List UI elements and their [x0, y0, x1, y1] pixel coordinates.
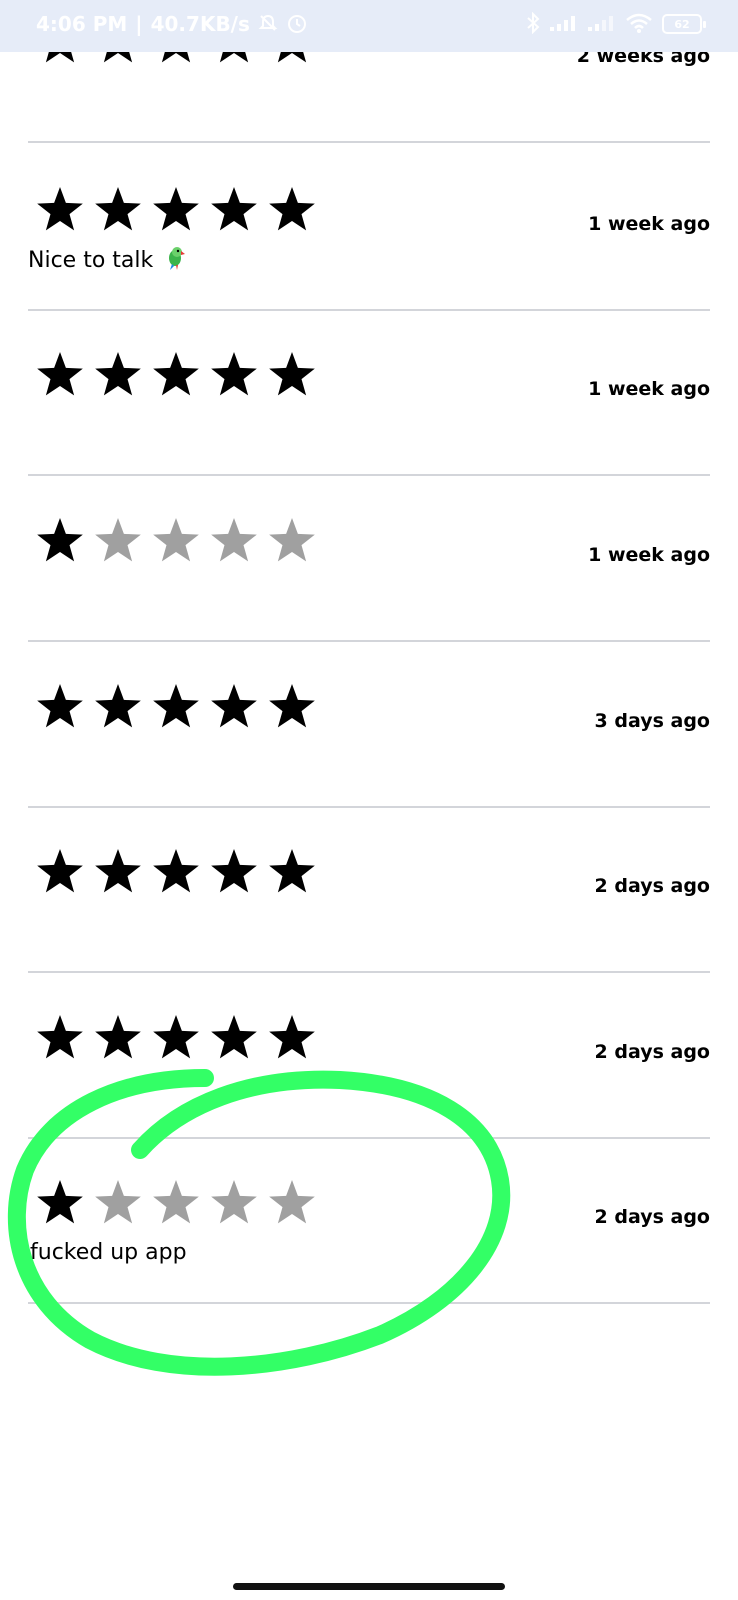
review-time: 2 days ago: [594, 875, 710, 897]
status-left: 4:06 PM | 40.7KB/s: [36, 12, 308, 37]
network-speed: 40.7KB/s: [150, 12, 250, 36]
star-filled-icon: [37, 1015, 83, 1059]
alarm-icon: [286, 12, 308, 37]
review-time: 1 week ago: [588, 544, 710, 566]
parrot-icon: [164, 245, 186, 277]
star-rating: [34, 1178, 324, 1228]
star-filled-icon: [37, 352, 83, 396]
review-time: 3 days ago: [594, 710, 710, 732]
review-time: 2 days ago: [594, 1041, 710, 1063]
status-right: 62: [526, 11, 706, 37]
star-rating: [34, 350, 324, 400]
status-separator: |: [135, 12, 143, 36]
star-filled-icon: [211, 1015, 257, 1059]
review-time: 1 week ago: [588, 213, 710, 235]
status-bar: 4:06 PM | 40.7KB/s 62: [0, 0, 738, 52]
star-empty-icon: [95, 1180, 141, 1224]
battery-icon: 62: [662, 14, 706, 34]
star-filled-icon: [37, 849, 83, 893]
star-filled-icon: [95, 1015, 141, 1059]
star-filled-icon: [37, 518, 83, 562]
review-comment-text: Nice to talk: [28, 248, 154, 273]
star-filled-icon: [211, 187, 257, 231]
review-item: 1 week ago Nice to talk: [28, 143, 710, 311]
star-filled-icon: [269, 1015, 315, 1059]
wifi-icon: [624, 12, 654, 37]
star-filled-icon: [95, 849, 141, 893]
star-rating: [34, 682, 324, 732]
star-filled-icon: [153, 1015, 199, 1059]
star-empty-icon: [95, 518, 141, 562]
battery-level: 62: [674, 17, 690, 31]
star-filled-icon: [211, 352, 257, 396]
review-item: 2 days ago: [28, 971, 710, 1139]
review-item: 1 week ago: [28, 474, 710, 642]
star-filled-icon: [153, 187, 199, 231]
signal-icon: [548, 13, 578, 36]
star-filled-icon: [269, 684, 315, 728]
review-time: 1 week ago: [588, 378, 710, 400]
star-empty-icon: [211, 1180, 257, 1224]
star-filled-icon: [211, 684, 257, 728]
star-filled-icon: [95, 187, 141, 231]
star-rating: [34, 185, 324, 235]
star-empty-icon: [269, 1180, 315, 1224]
star-filled-icon: [37, 1180, 83, 1224]
star-filled-icon: [211, 849, 257, 893]
star-rating: [34, 516, 324, 566]
star-empty-icon: [269, 518, 315, 562]
star-rating: [34, 1013, 324, 1063]
star-filled-icon: [153, 684, 199, 728]
star-filled-icon: [37, 187, 83, 231]
star-rating: [34, 847, 324, 897]
star-filled-icon: [269, 849, 315, 893]
review-item: 2 days ago: [28, 805, 710, 973]
star-filled-icon: [269, 352, 315, 396]
star-empty-icon: [211, 518, 257, 562]
status-time: 4:06 PM: [36, 12, 128, 36]
bluetooth-icon: [526, 11, 540, 37]
review-comment: Nice to talk: [28, 245, 186, 277]
divider: [28, 1302, 710, 1304]
review-item: 1 week ago: [28, 308, 710, 476]
star-filled-icon: [37, 684, 83, 728]
star-filled-icon: [95, 352, 141, 396]
review-item: 2 days ago fucked up app: [28, 1136, 710, 1304]
mute-icon: [258, 13, 278, 36]
home-indicator[interactable]: [233, 1583, 505, 1590]
review-item: 3 days ago: [28, 640, 710, 808]
star-filled-icon: [269, 187, 315, 231]
signal-icon: [586, 13, 616, 36]
star-empty-icon: [153, 518, 199, 562]
star-filled-icon: [153, 352, 199, 396]
star-empty-icon: [153, 1180, 199, 1224]
star-filled-icon: [95, 684, 141, 728]
review-time: 2 days ago: [594, 1206, 710, 1228]
review-comment: fucked up app: [30, 1240, 187, 1265]
star-filled-icon: [153, 849, 199, 893]
